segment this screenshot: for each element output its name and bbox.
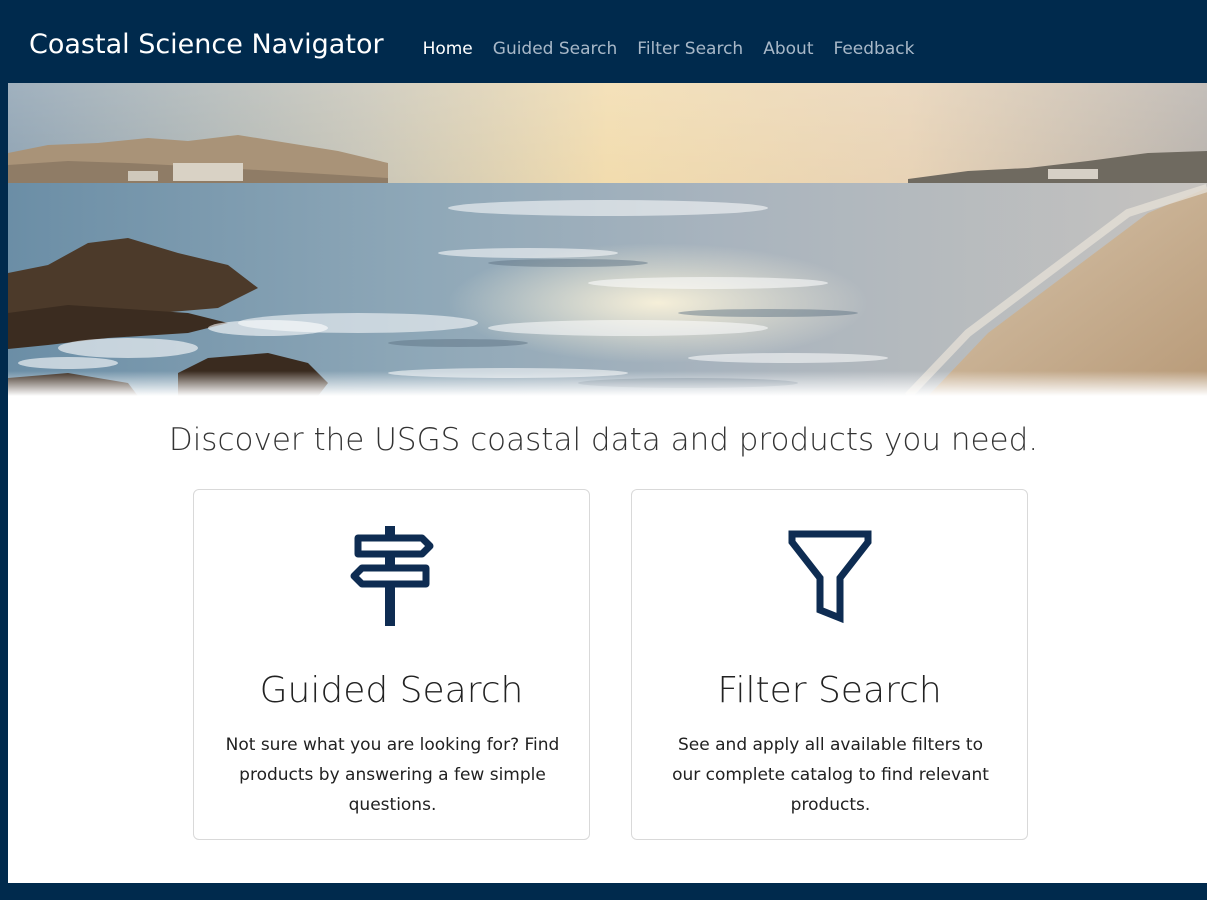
hero-image [8,83,1207,396]
nav-links: Home Guided Search Filter Search About F… [423,39,935,59]
nav-link-guided-search[interactable]: Guided Search [493,39,618,59]
page-frame: Coastal Science Navigator Home Guided Se… [8,6,1207,900]
guided-search-description: Not sure what you are looking for? Find … [225,735,560,815]
hero-coastal-image [8,83,1207,396]
guided-search-card[interactable]: Guided Search Not sure what you are look… [193,489,590,840]
funnel-icon [632,524,1027,628]
site-brand[interactable]: Coastal Science Navigator [29,29,384,60]
nav-link-filter-search[interactable]: Filter Search [637,39,743,59]
nav-link-about[interactable]: About [763,39,813,59]
filter-search-description: See and apply all available filters to o… [672,735,989,815]
nav-link-home[interactable]: Home [423,39,473,59]
guided-search-title: Guided Search [259,670,524,711]
page-tagline: Discover the USGS coastal data and produ… [168,422,1039,458]
filter-search-card[interactable]: Filter Search See and apply all availabl… [631,489,1028,840]
signpost-icon [194,524,589,628]
nav-link-feedback[interactable]: Feedback [833,39,914,59]
footer-bar [8,883,1207,900]
navbar: Coastal Science Navigator Home Guided Se… [8,6,1207,83]
filter-search-title: Filter Search [717,670,942,711]
